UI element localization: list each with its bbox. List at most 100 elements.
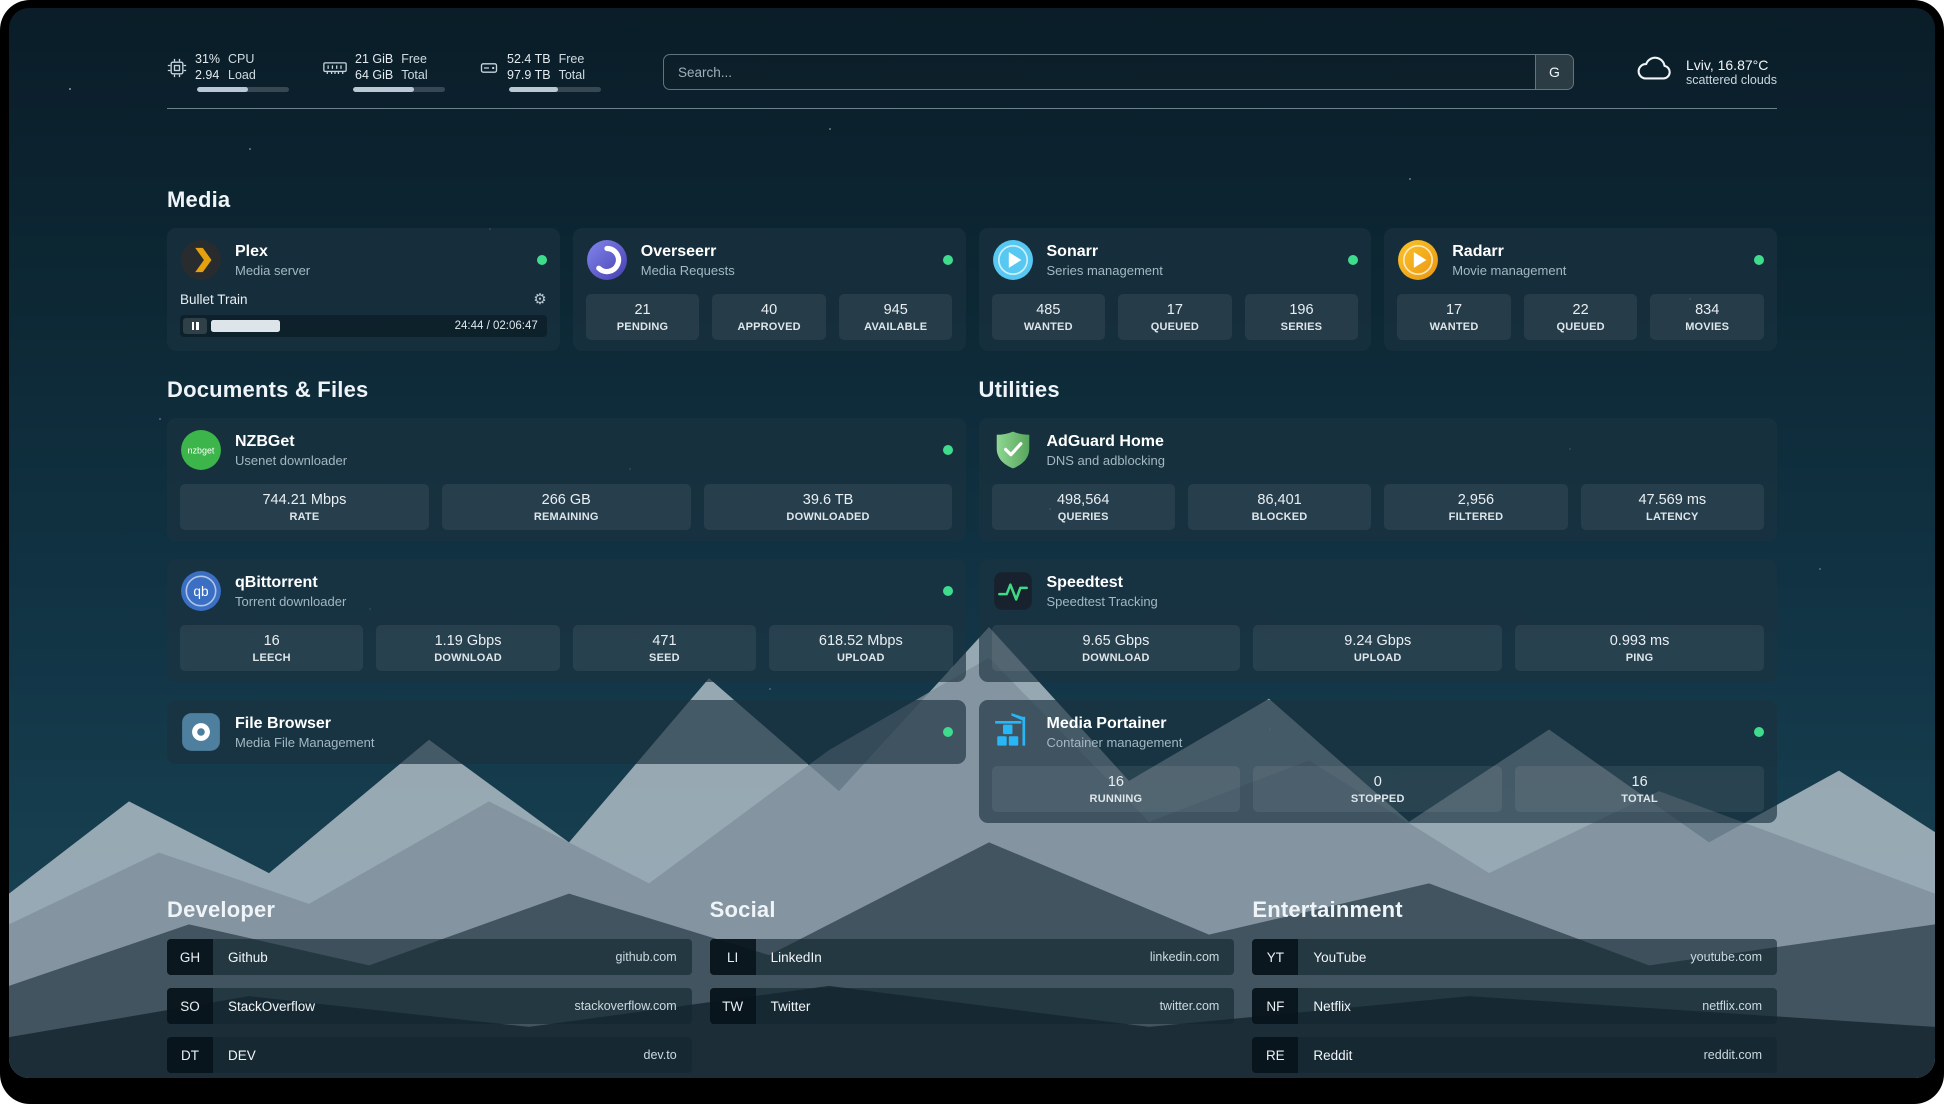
bookmark-url: twitter.com <box>1160 999 1220 1013</box>
cpu-values: 31%2.94 <box>195 52 220 83</box>
documents-section-title: Documents & Files <box>167 377 966 403</box>
service-name[interactable]: AdGuard Home <box>1047 433 1166 451</box>
cpu-labels: CPULoad <box>228 52 256 83</box>
service-card-filebrowser: File Browser Media File Management <box>167 700 966 764</box>
service-name[interactable]: qBittorrent <box>235 574 346 592</box>
service-description: Movie management <box>1452 263 1566 278</box>
bookmark-abbr: YT <box>1252 939 1298 975</box>
bookmark-url: stackoverflow.com <box>575 999 677 1013</box>
stat-wanted: 17WANTED <box>1397 294 1511 340</box>
pause-button[interactable] <box>183 318 207 334</box>
section-developer: Developer GH Github github.com SO StackO… <box>167 897 692 1078</box>
bookmark-abbr: DT <box>167 1037 213 1073</box>
search-provider-button[interactable]: G <box>1535 55 1573 89</box>
bookmark-dev[interactable]: DT DEV dev.to <box>167 1037 692 1073</box>
service-name[interactable]: Plex <box>235 243 310 261</box>
wallpaper: 31%2.94 CPULoad <box>9 8 1935 1078</box>
search-input[interactable] <box>663 54 1574 90</box>
service-name[interactable]: Sonarr <box>1047 243 1163 261</box>
qbittorrent-icon[interactable]: qb <box>180 570 222 612</box>
service-card-qbittorrent: qb qBittorrent Torrent downloader 16LEEC… <box>167 559 966 682</box>
service-description: Media File Management <box>235 735 374 750</box>
service-description: Usenet downloader <box>235 453 347 468</box>
stat-wanted: 485WANTED <box>992 294 1106 340</box>
stat-filtered: 2,956FILTERED <box>1384 484 1567 530</box>
stat-upload: 9.24 GbpsUPLOAD <box>1253 625 1502 671</box>
bookmark-name: Twitter <box>771 999 811 1014</box>
status-dot <box>943 586 953 596</box>
overseerr-icon[interactable] <box>586 239 628 281</box>
status-dot <box>943 255 953 265</box>
bookmark-youtube[interactable]: YT YouTube youtube.com <box>1252 939 1777 975</box>
weather-widget[interactable]: Lviv, 16.87°C scattered clouds <box>1636 56 1777 89</box>
bookmark-url: github.com <box>616 950 677 964</box>
bookmark-url: netflix.com <box>1702 999 1762 1013</box>
service-name[interactable]: Radarr <box>1452 243 1566 261</box>
bookmark-stackoverflow[interactable]: SO StackOverflow stackoverflow.com <box>167 988 692 1024</box>
stat-total: 16TOTAL <box>1515 766 1764 812</box>
disk-labels: FreeTotal <box>559 52 585 83</box>
stat-pending: 21PENDING <box>586 294 700 340</box>
status-dot <box>537 255 547 265</box>
section-social: Social LI LinkedIn linkedin.com TW Twitt… <box>710 897 1235 1078</box>
bookmark-twitter[interactable]: TW Twitter twitter.com <box>710 988 1235 1024</box>
section-entertainment: Entertainment YT YouTube youtube.com NF … <box>1252 897 1777 1078</box>
speedtest-icon[interactable] <box>992 570 1034 612</box>
nzbget-icon[interactable]: nzbget <box>180 429 222 471</box>
entertainment-section-title: Entertainment <box>1252 897 1777 923</box>
portainer-icon[interactable] <box>992 711 1034 753</box>
bookmark-url: linkedin.com <box>1150 950 1219 964</box>
disk-values: 52.4 TB97.9 TB <box>507 52 551 83</box>
service-name[interactable]: Speedtest <box>1047 574 1158 592</box>
service-name[interactable]: Overseerr <box>641 243 735 261</box>
bookmark-reddit[interactable]: RE Reddit reddit.com <box>1252 1037 1777 1073</box>
stat-queued: 17QUEUED <box>1118 294 1232 340</box>
service-description: Container management <box>1047 735 1183 750</box>
bookmark-abbr: SO <box>167 988 213 1024</box>
service-card-plex: Plex Media server Bullet Train ⚙ <box>167 228 560 351</box>
filebrowser-icon[interactable] <box>180 711 222 753</box>
media-section-title: Media <box>167 187 1777 213</box>
ram-icon <box>323 58 347 78</box>
top-bar: 31%2.94 CPULoad <box>167 52 1777 92</box>
plex-icon[interactable] <box>180 239 222 281</box>
stat-seed: 471SEED <box>573 625 756 671</box>
bookmark-linkedin[interactable]: LI LinkedIn linkedin.com <box>710 939 1235 975</box>
radarr-icon[interactable] <box>1397 239 1439 281</box>
bookmark-netflix[interactable]: NF Netflix netflix.com <box>1252 988 1777 1024</box>
cpu-widget: 31%2.94 CPULoad <box>167 52 289 92</box>
service-name[interactable]: NZBGet <box>235 433 347 451</box>
stat-approved: 40APPROVED <box>712 294 826 340</box>
service-name[interactable]: File Browser <box>235 715 374 733</box>
stat-latency: 47.569 msLATENCY <box>1581 484 1764 530</box>
service-card-portainer: Media Portainer Container management 16R… <box>979 700 1778 823</box>
search-bar: G <box>663 54 1574 90</box>
bookmark-abbr: NF <box>1252 988 1298 1024</box>
stat-download: 9.65 GbpsDOWNLOAD <box>992 625 1241 671</box>
bookmark-name: StackOverflow <box>228 999 315 1014</box>
bookmark-url: youtube.com <box>1690 950 1762 964</box>
service-description: Series management <box>1047 263 1163 278</box>
service-name[interactable]: Media Portainer <box>1047 715 1183 733</box>
stat-queued: 22QUEUED <box>1524 294 1638 340</box>
ram-widget: 21 GiB64 GiB FreeTotal <box>323 52 445 92</box>
bookmark-github[interactable]: GH Github github.com <box>167 939 692 975</box>
playback-progress[interactable]: 24:44 / 02:06:47 <box>180 315 547 337</box>
service-card-speedtest: Speedtest Speedtest Tracking 9.65 GbpsDO… <box>979 559 1778 682</box>
disk-progress-bar <box>509 87 601 92</box>
service-card-adguard: AdGuard Home DNS and adblocking 498,564Q… <box>979 418 1778 541</box>
svg-text:nzbget: nzbget <box>188 446 215 456</box>
stat-available: 945AVAILABLE <box>839 294 953 340</box>
sonarr-icon[interactable] <box>992 239 1034 281</box>
disk-widget: 52.4 TB97.9 TB FreeTotal <box>479 52 601 92</box>
service-description: Media Requests <box>641 263 735 278</box>
bookmark-name: YouTube <box>1313 950 1366 965</box>
ram-progress-bar <box>353 87 445 92</box>
service-card-overseerr: Overseerr Media Requests 21PENDING 40APP… <box>573 228 966 351</box>
bookmark-name: Reddit <box>1313 1048 1352 1063</box>
stat-download: 1.19 GbpsDOWNLOAD <box>376 625 559 671</box>
adguard-icon[interactable] <box>992 429 1034 471</box>
stat-rate: 744.21 MbpsRATE <box>180 484 429 530</box>
stat-series: 196SERIES <box>1245 294 1359 340</box>
gear-icon[interactable]: ⚙ <box>533 292 546 307</box>
